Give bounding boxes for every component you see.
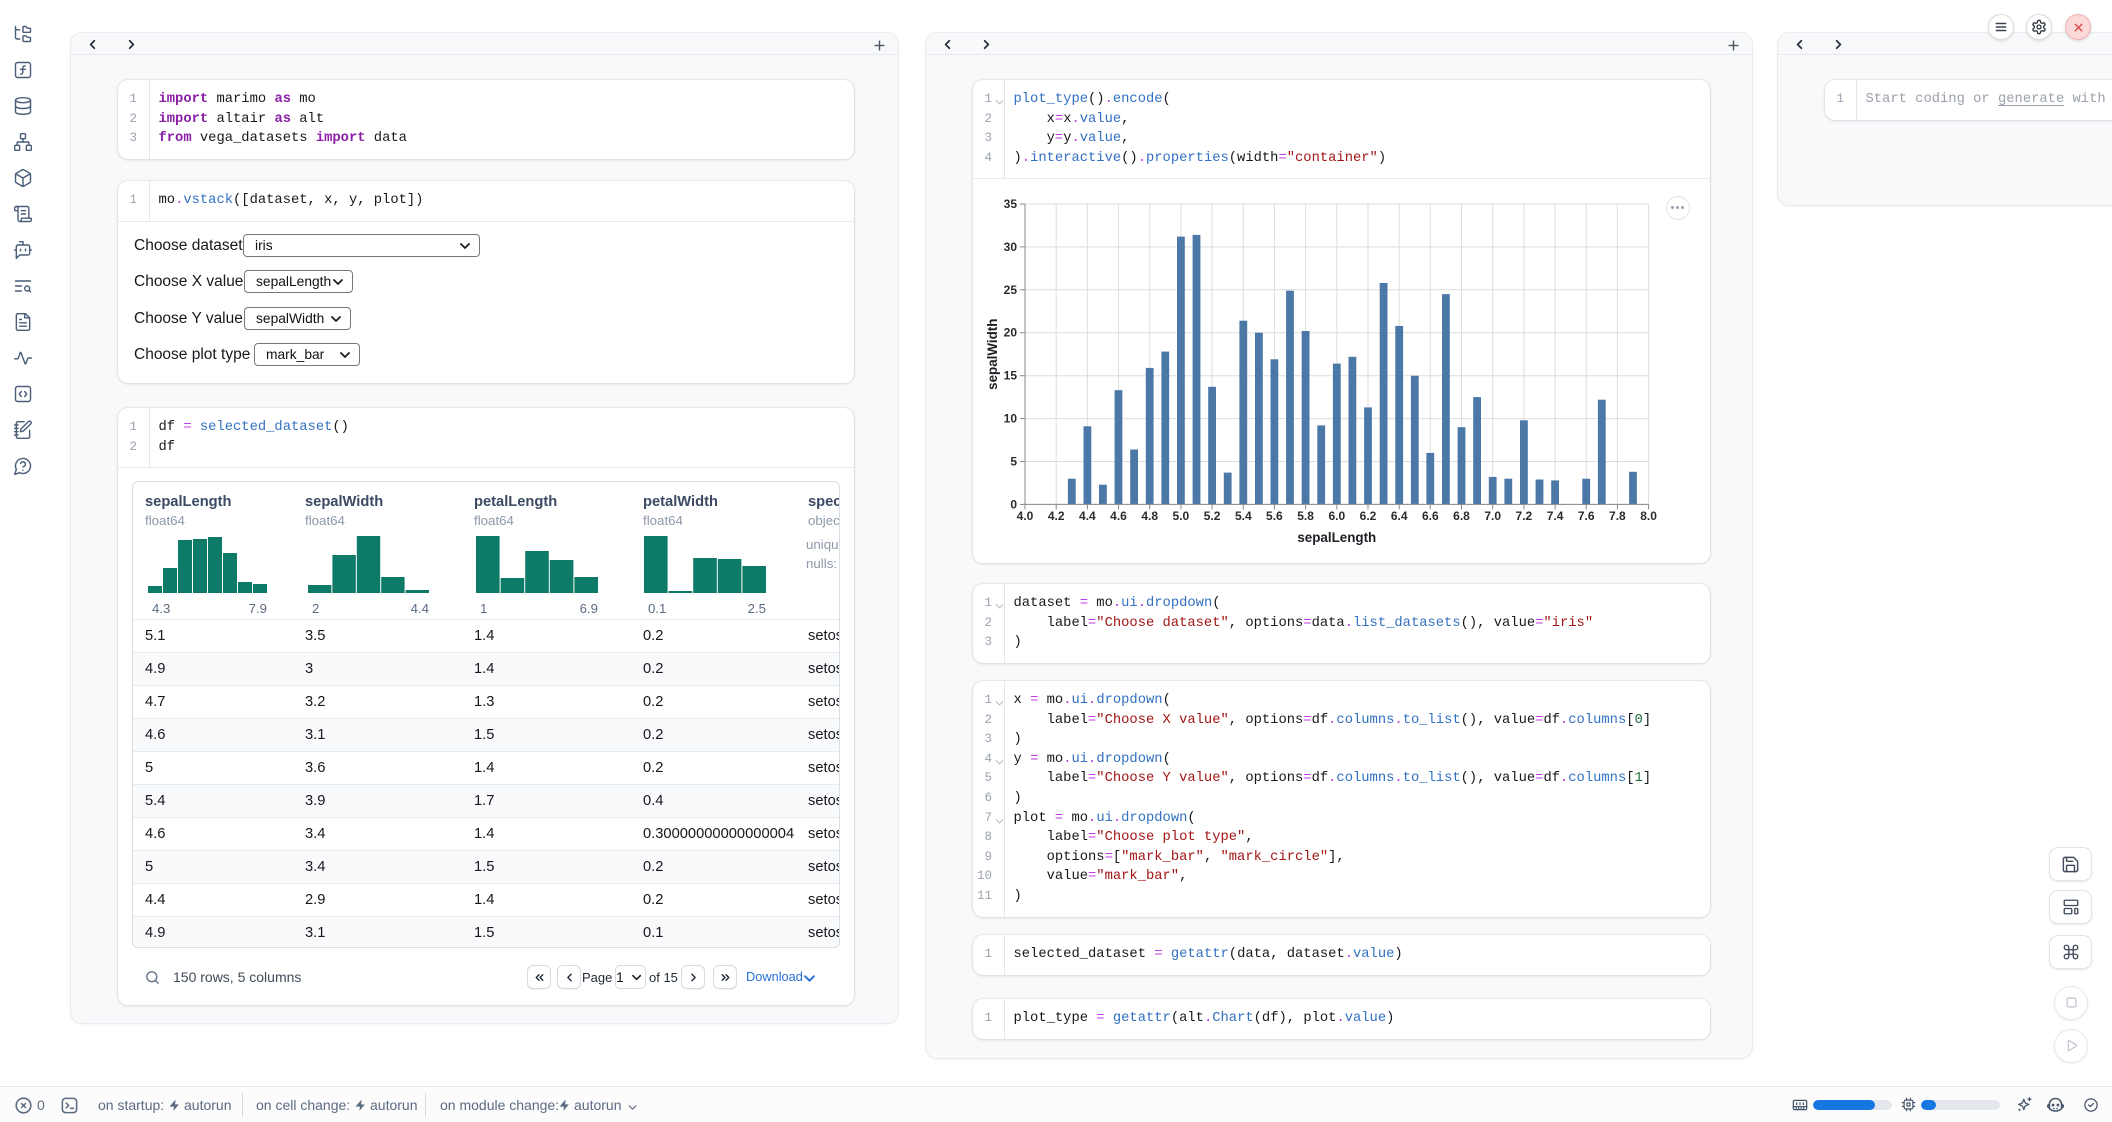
svg-text:6.6: 6.6 [1422,510,1439,524]
svg-text:4.8: 4.8 [1141,510,1158,524]
svg-text:30: 30 [1004,240,1018,254]
svg-text:5.2: 5.2 [1204,510,1221,524]
svg-text:5.4: 5.4 [1235,510,1252,524]
svg-text:7.4: 7.4 [1547,510,1564,524]
svg-text:8.0: 8.0 [1640,510,1657,524]
svg-text:4.2: 4.2 [1048,510,1065,524]
svg-text:6.2: 6.2 [1360,510,1377,524]
svg-text:6.8: 6.8 [1453,510,1470,524]
svg-text:25: 25 [1004,283,1018,297]
svg-text:4.0: 4.0 [1017,510,1034,524]
svg-text:4.4: 4.4 [1079,510,1096,524]
svg-text:5.8: 5.8 [1297,510,1314,524]
svg-text:5.0: 5.0 [1173,510,1190,524]
svg-text:4.6: 4.6 [1110,510,1127,524]
svg-text:5: 5 [1010,455,1017,469]
svg-text:0: 0 [1010,498,1017,512]
svg-text:sepalLength: sepalLength [1297,530,1376,545]
svg-text:7.2: 7.2 [1516,510,1533,524]
svg-text:6.4: 6.4 [1391,510,1408,524]
svg-text:7.0: 7.0 [1484,510,1501,524]
svg-text:35: 35 [1004,197,1018,211]
svg-text:20: 20 [1004,326,1018,340]
svg-text:7.8: 7.8 [1609,510,1626,524]
svg-text:15: 15 [1004,369,1018,383]
svg-text:5.6: 5.6 [1266,510,1283,524]
svg-text:10: 10 [1004,412,1018,426]
svg-text:7.6: 7.6 [1578,510,1595,524]
svg-text:6.0: 6.0 [1328,510,1345,524]
svg-text:sepalWidth: sepalWidth [985,319,1000,390]
